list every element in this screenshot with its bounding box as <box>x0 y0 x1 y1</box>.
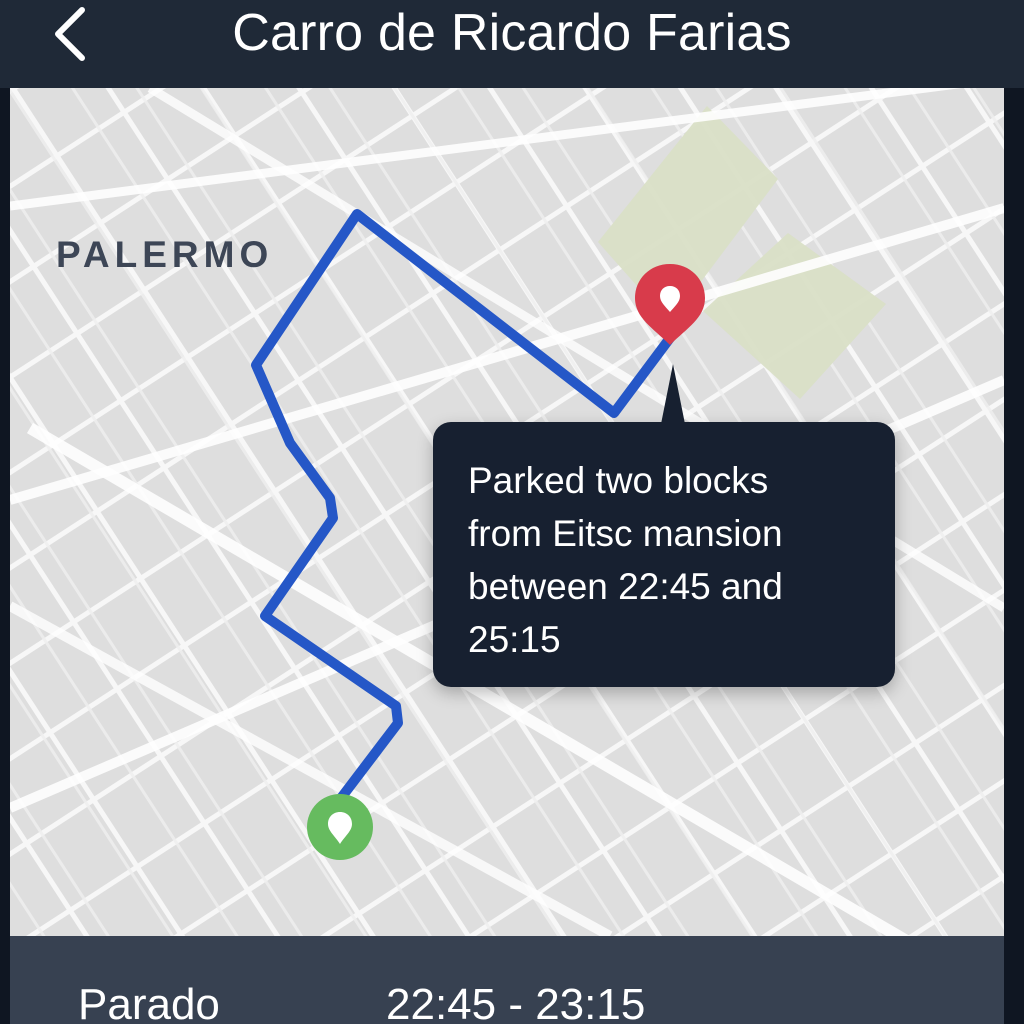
callout-line: Parked two blocks <box>468 460 769 501</box>
callout-line: 25:15 <box>468 619 561 660</box>
app-screen: Carro de Ricardo Farias PALERMO Parked t… <box>0 0 1024 1024</box>
map-view[interactable]: PALERMO Parked two blocks from Eitsc man… <box>10 88 1004 936</box>
page-title: Carro de Ricardo Farias <box>232 4 792 62</box>
callout-line: between 22:45 and <box>468 566 783 607</box>
status-time-range: 22:45 - 23:15 <box>386 980 646 1024</box>
location-callout: Parked two blocks from Eitsc mansion bet… <box>433 364 895 687</box>
chevron-left-icon <box>55 7 85 61</box>
callout-message: Parked two blocks from Eitsc mansion bet… <box>468 454 868 666</box>
district-label: PALERMO <box>56 234 274 275</box>
back-button[interactable] <box>48 6 96 62</box>
start-pin-icon[interactable] <box>307 794 373 860</box>
top-bar: Carro de Ricardo Farias <box>0 0 1024 88</box>
status-label: Parado <box>78 980 220 1024</box>
status-bar: Parado 22:45 - 23:15 <box>10 936 1004 1024</box>
callout-line: from Eitsc mansion <box>468 513 783 554</box>
callout-pointer <box>661 364 685 424</box>
